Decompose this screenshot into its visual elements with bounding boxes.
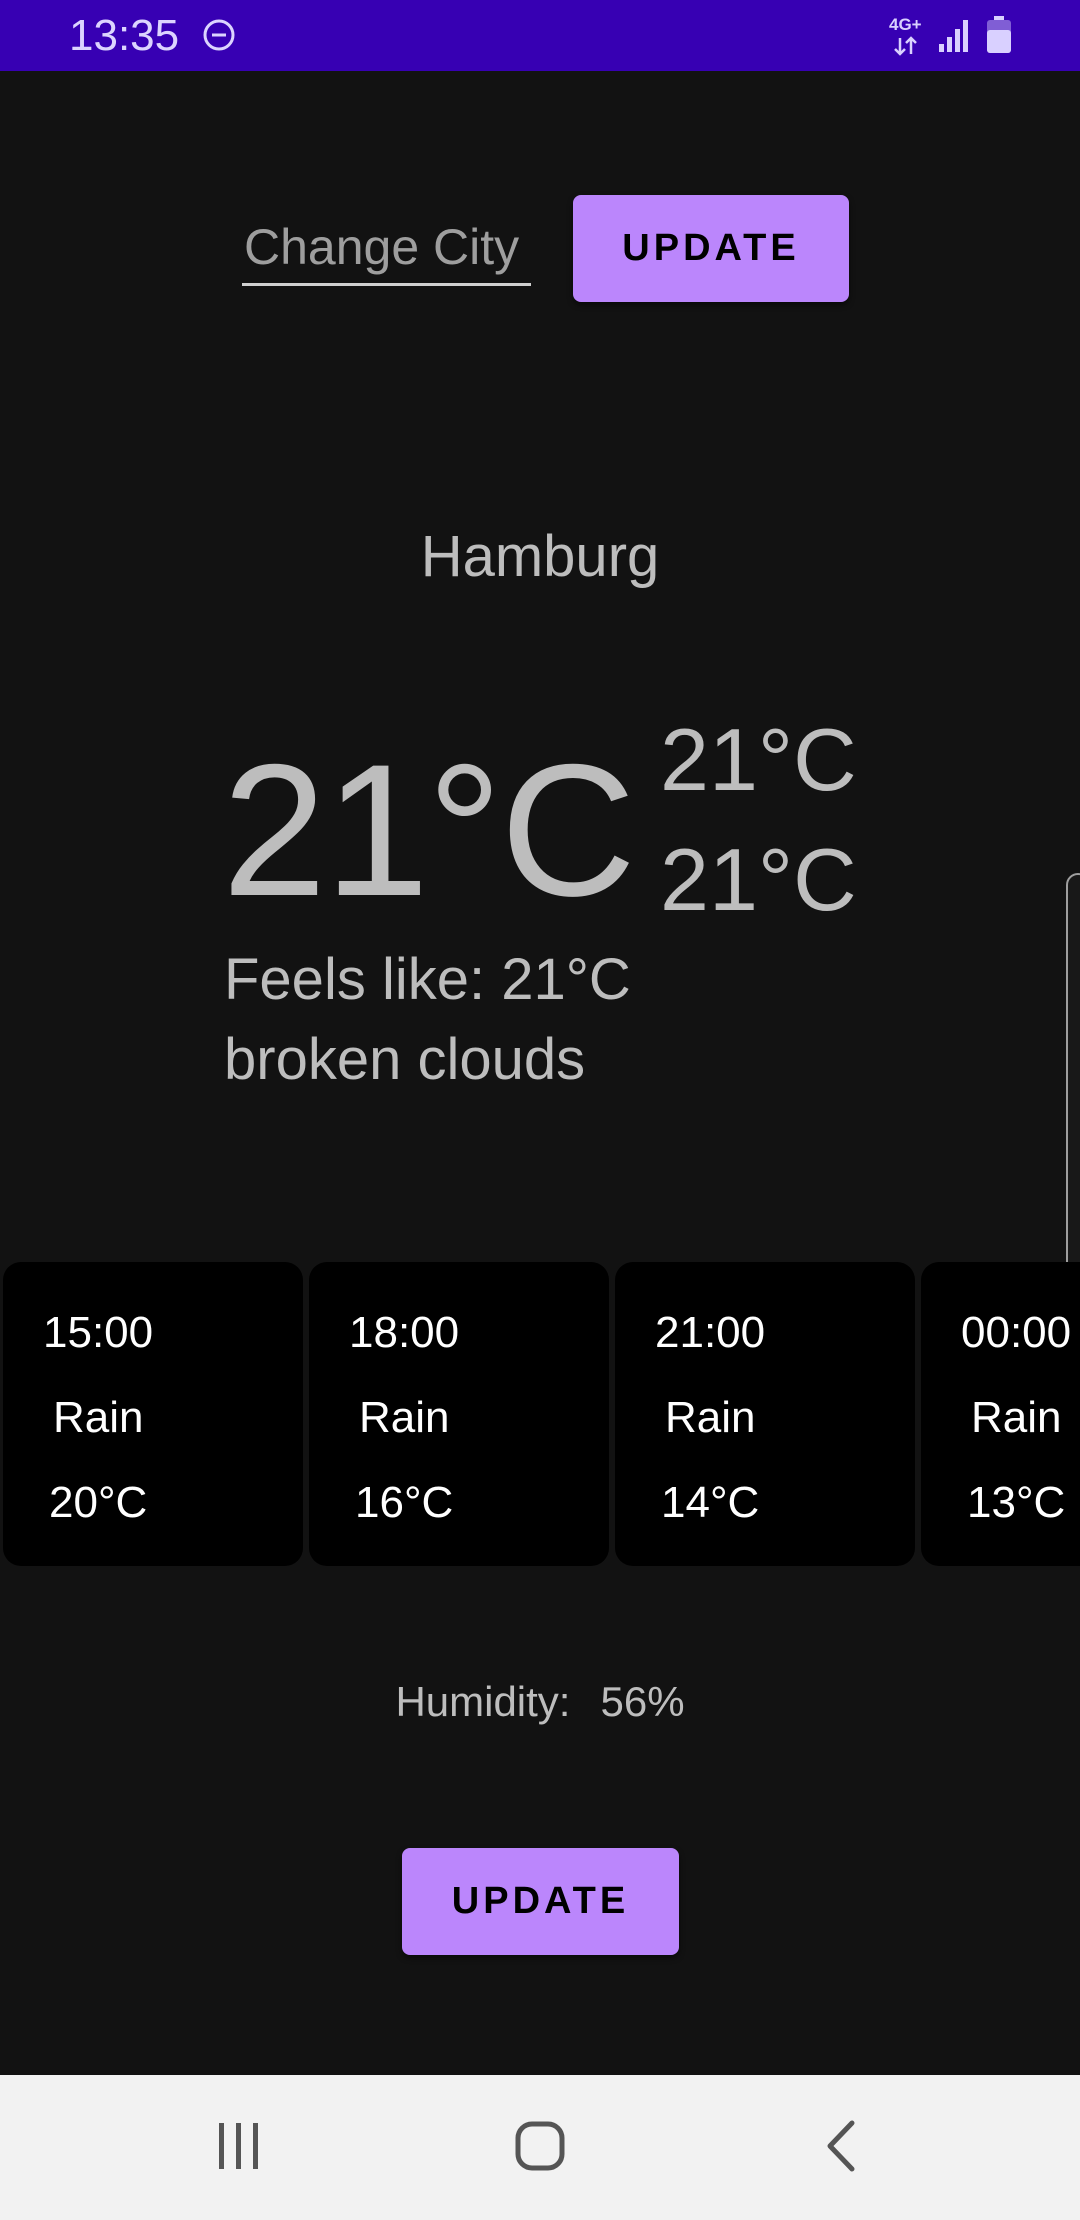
forecast-card[interactable]: 21:00 Rain 14°C [615, 1262, 915, 1566]
status-time: 13:35 [69, 11, 180, 60]
forecast-time: 21:00 [655, 1308, 766, 1357]
city-name: Hamburg [420, 524, 660, 589]
forecast-temperature: 14°C [661, 1478, 760, 1527]
forecast-card[interactable]: 15:00 Rain 20°C [3, 1262, 303, 1566]
max-temperature: 21°C [660, 710, 857, 809]
navigation-bar [0, 2075, 1080, 2220]
forecast-time: 18:00 [349, 1308, 460, 1357]
change-city-input[interactable] [242, 210, 531, 286]
forecast-card[interactable]: 00:00 Rain 13°C [921, 1262, 1080, 1566]
recent-apps-icon[interactable] [207, 2115, 271, 2179]
forecast-card[interactable]: 18:00 Rain 16°C [309, 1262, 609, 1566]
min-temperature: 21°C [660, 830, 857, 929]
forecast-condition: Rain [665, 1393, 756, 1442]
update-button-bottom[interactable]: UPDATE [402, 1848, 679, 1955]
humidity-value: 56% [600, 1678, 685, 1725]
forecast-condition: Rain [53, 1393, 144, 1442]
forecast-time: 15:00 [43, 1308, 154, 1357]
forecast-temperature: 20°C [49, 1478, 148, 1527]
current-temperature: 21°C [222, 725, 636, 935]
forecast-list[interactable]: 15:00 Rain 20°C 18:00 Rain 16°C 21:00 Ra… [0, 1262, 1080, 1566]
home-icon[interactable] [508, 2115, 572, 2179]
battery-icon [987, 16, 1011, 53]
forecast-time: 00:00 [961, 1308, 1072, 1357]
feels-like-text: Feels like: 21°C [224, 947, 631, 1012]
forecast-temperature: 13°C [967, 1478, 1066, 1527]
forecast-condition: Rain [359, 1393, 450, 1442]
back-icon[interactable] [810, 2115, 874, 2179]
signal-icon [939, 20, 968, 52]
status-bar: 13:35 4G+ [0, 0, 1080, 71]
update-button-top[interactable]: UPDATE [573, 195, 849, 302]
scrollbar[interactable] [1066, 873, 1080, 1289]
do-not-disturb-icon [203, 19, 235, 51]
network-type-label: 4G+ [889, 15, 922, 34]
network-arrows-icon [894, 36, 917, 56]
forecast-temperature: 16°C [355, 1478, 454, 1527]
forecast-condition: Rain [971, 1393, 1062, 1442]
humidity-label: Humidity: [395, 1678, 571, 1725]
humidity-row: Humidity: 56% [0, 1672, 1080, 1732]
weather-description: broken clouds [224, 1027, 586, 1092]
